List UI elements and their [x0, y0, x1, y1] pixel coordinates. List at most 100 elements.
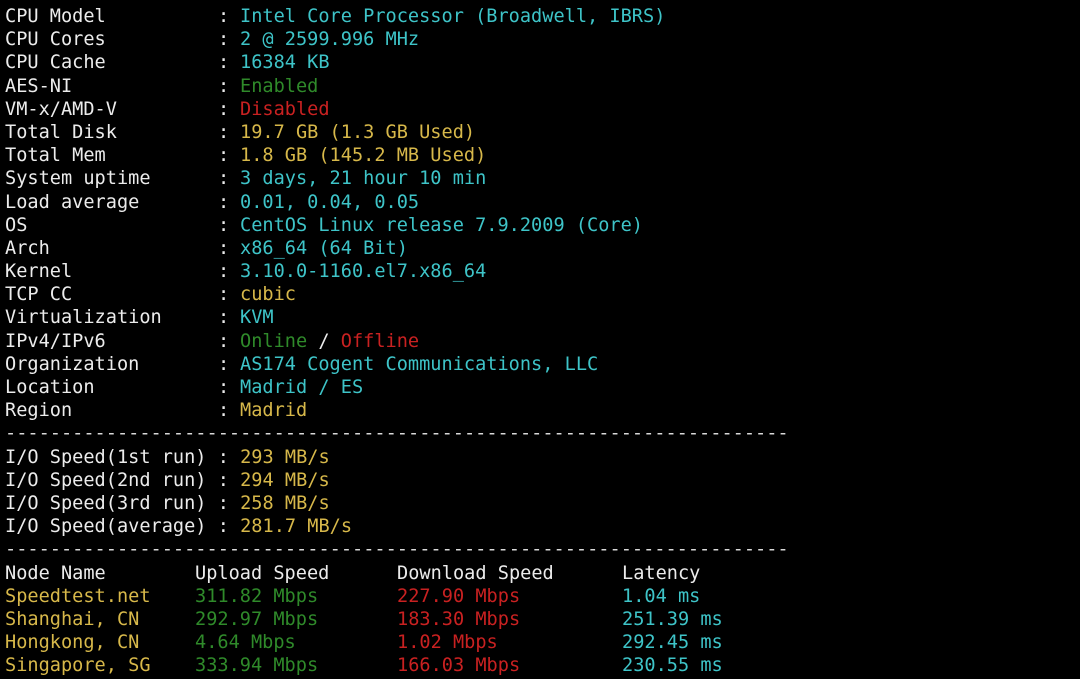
- io-value: 294 MB/s: [240, 469, 330, 491]
- ipv6-status: Offline: [340, 330, 420, 352]
- sysinfo-key: CPU Cores: [5, 29, 106, 51]
- sysinfo-value: KVM: [240, 307, 274, 329]
- sysinfo-row-uptime: System uptime:3 days, 21 hour 10 min: [5, 167, 1080, 190]
- sysinfo-key: Total Disk: [5, 121, 117, 143]
- sysinfo-row-location: Location: Madrid / ES: [5, 376, 1080, 399]
- sysinfo-key: TCP CC: [5, 284, 73, 306]
- sysinfo-colon: :: [218, 284, 230, 306]
- sysinfo-key: System uptime: [5, 168, 151, 190]
- speedtest-row: Hongkong, CN 4.64 Mbps 1.02 Mbps 292.45 ms: [5, 631, 1080, 654]
- sysinfo-colon: :: [218, 353, 230, 375]
- sysinfo-key: Location: [5, 377, 95, 398]
- sysinfo-colon: :: [218, 168, 230, 190]
- io-section: I/O Speed(1st run) : 293 MB/s I/O Speed(…: [5, 446, 1080, 539]
- sysinfo-colon: :: [218, 75, 230, 97]
- sysinfo-key: AES-NI: [5, 75, 73, 97]
- sysinfo-row-cpu-model: CPU Model: Intel Core Processor (Broadwel…: [5, 5, 1080, 28]
- sysinfo-key: Kernel: [5, 261, 73, 283]
- sysinfo-colon: :: [218, 98, 230, 120]
- node-name: Shanghai, CN: [5, 608, 140, 630]
- sysinfo-row-total-mem: Total Mem:1.8 GB (145.2 MB Used): [5, 144, 1080, 167]
- separator-line: ----------------------------------------…: [5, 423, 789, 445]
- sysinfo-colon: :: [218, 121, 230, 143]
- node-name: Speedtest.net: [5, 585, 151, 607]
- sysinfo-row-ip-stack: IPv4/IPv6: Online / Offline: [5, 330, 1080, 353]
- io-key: I/O Speed(3rd run): [5, 492, 218, 514]
- sysinfo-value: AS174 Cogent Communications, LLC: [240, 353, 599, 375]
- io-key: I/O Speed(2nd run): [5, 469, 218, 491]
- sysinfo-value: 3.10.0-1160.el7.x86_64: [240, 261, 487, 283]
- header-latency: Latency: [622, 562, 701, 584]
- sysinfo-colon: :: [218, 261, 230, 283]
- sysinfo-value: 3 days, 21 hour 10 min: [240, 168, 487, 190]
- sysinfo-row-load-average: Load average:0.01, 0.04, 0.05: [5, 191, 1080, 214]
- ipv4-status: Online: [240, 330, 308, 352]
- sysinfo-colon: :: [218, 214, 230, 236]
- sysinfo-key: Total Mem: [5, 145, 106, 167]
- sysinfo-value: 0.01, 0.04, 0.05: [240, 191, 420, 213]
- sysinfo-key: Region: [5, 400, 73, 422]
- sysinfo-row-total-disk: Total Disk:19.7 GB (1.3 GB Used): [5, 121, 1080, 144]
- sysinfo-colon: :: [218, 52, 230, 74]
- io-colon: :: [217, 469, 229, 491]
- terminal-output: CPU Model: Intel Core Processor (Broadwel…: [5, 5, 1080, 679]
- latency: 1.04 ms: [622, 585, 701, 607]
- sysinfo-key: CPU Cache: [5, 52, 106, 74]
- sysinfo-value: Madrid / ES: [240, 377, 364, 398]
- upload-speed: 4.64 Mbps: [195, 632, 296, 654]
- sysinfo-row-kernel: Kernel:3.10.0-1160.el7.x86_64: [5, 260, 1080, 283]
- io-colon: :: [217, 516, 229, 538]
- speedtest-row: Singapore, SG 333.94 Mbps 166.03 Mbps 230.5…: [5, 654, 1080, 677]
- ip-slash: /: [307, 330, 341, 352]
- sysinfo-colon: :: [218, 6, 230, 27]
- io-colon: :: [217, 492, 229, 514]
- header-download-speed: Download Speed: [397, 562, 554, 584]
- sysinfo-key: CPU Model: [5, 6, 106, 27]
- separator-line: ----------------------------------------…: [5, 539, 789, 561]
- sysinfo-row-os: OS: CentOS Linux release 7.9.2009 (Core): [5, 214, 1080, 237]
- sysinfo-colon: :: [218, 29, 230, 51]
- speedtest-header-row: Node Name Upload Speed Download Speed Laten…: [5, 562, 1080, 585]
- node-name: Singapore, SG: [5, 655, 151, 677]
- header-node-name: Node Name: [5, 562, 106, 584]
- sysinfo-colon: :: [218, 307, 230, 329]
- sysinfo-value: cubic: [240, 284, 296, 306]
- sysinfo-value: Disabled: [240, 98, 330, 120]
- sysinfo-colon: :: [218, 400, 230, 422]
- speedtest-table: Node Name Upload Speed Download Speed Laten…: [5, 562, 1080, 678]
- latency: 292.45 ms: [622, 632, 723, 654]
- sysinfo-value: 16384 KB: [240, 52, 330, 74]
- io-value: 258 MB/s: [240, 492, 330, 514]
- sysinfo-value: CentOS Linux release 7.9.2009 (Core): [240, 214, 643, 236]
- sysinfo-colon: :: [218, 377, 230, 398]
- upload-speed: 333.94 Mbps: [195, 655, 319, 677]
- sysinfo-value: 1.8 GB (145.2 MB Used): [240, 145, 487, 167]
- node-name: Hongkong, CN: [5, 632, 140, 654]
- sysinfo-row-arch: Arch: x86_64 (64 Bit): [5, 237, 1080, 260]
- latency: 251.39 ms: [622, 608, 723, 630]
- io-row: I/O Speed(1st run) : 293 MB/s: [5, 446, 1080, 469]
- header-upload-speed: Upload Speed: [195, 562, 330, 584]
- sysinfo-key: IPv4/IPv6: [5, 330, 106, 352]
- sysinfo-colon: :: [218, 237, 230, 259]
- sysinfo-row-aes-ni: AES-NI: Enabled: [5, 75, 1080, 98]
- sysinfo-colon: :: [218, 191, 230, 213]
- io-key: I/O Speed(average): [5, 516, 218, 538]
- sysinfo-row-tcp-cc: TCP CC: cubic: [5, 283, 1080, 306]
- sysinfo-key: VM-x/AMD-V: [5, 98, 117, 120]
- sysinfo-colon: :: [218, 330, 230, 352]
- sysinfo-key: Load average: [5, 191, 140, 213]
- upload-speed: 292.97 Mbps: [195, 608, 319, 630]
- download-speed: 227.90 Mbps: [397, 585, 521, 607]
- latency: 230.55 ms: [622, 655, 723, 677]
- sysinfo-row-cpu-cores: CPU Cores:2 @ 2599.996 MHz: [5, 28, 1080, 51]
- sysinfo-value: Enabled: [240, 75, 319, 97]
- sysinfo-key: OS: [5, 214, 28, 236]
- sysinfo-value: 19.7 GB (1.3 GB Used): [240, 121, 476, 143]
- sysinfo-row-cpu-cache: CPU Cache:16384 KB: [5, 51, 1080, 74]
- sysinfo-value: x86_64 (64 Bit): [240, 237, 408, 259]
- io-value: 293 MB/s: [240, 446, 330, 468]
- io-row: I/O Speed(average) : 281.7 MB/s: [5, 515, 1080, 538]
- sysinfo-key: Virtualization: [5, 307, 162, 329]
- download-speed: 1.02 Mbps: [397, 632, 498, 654]
